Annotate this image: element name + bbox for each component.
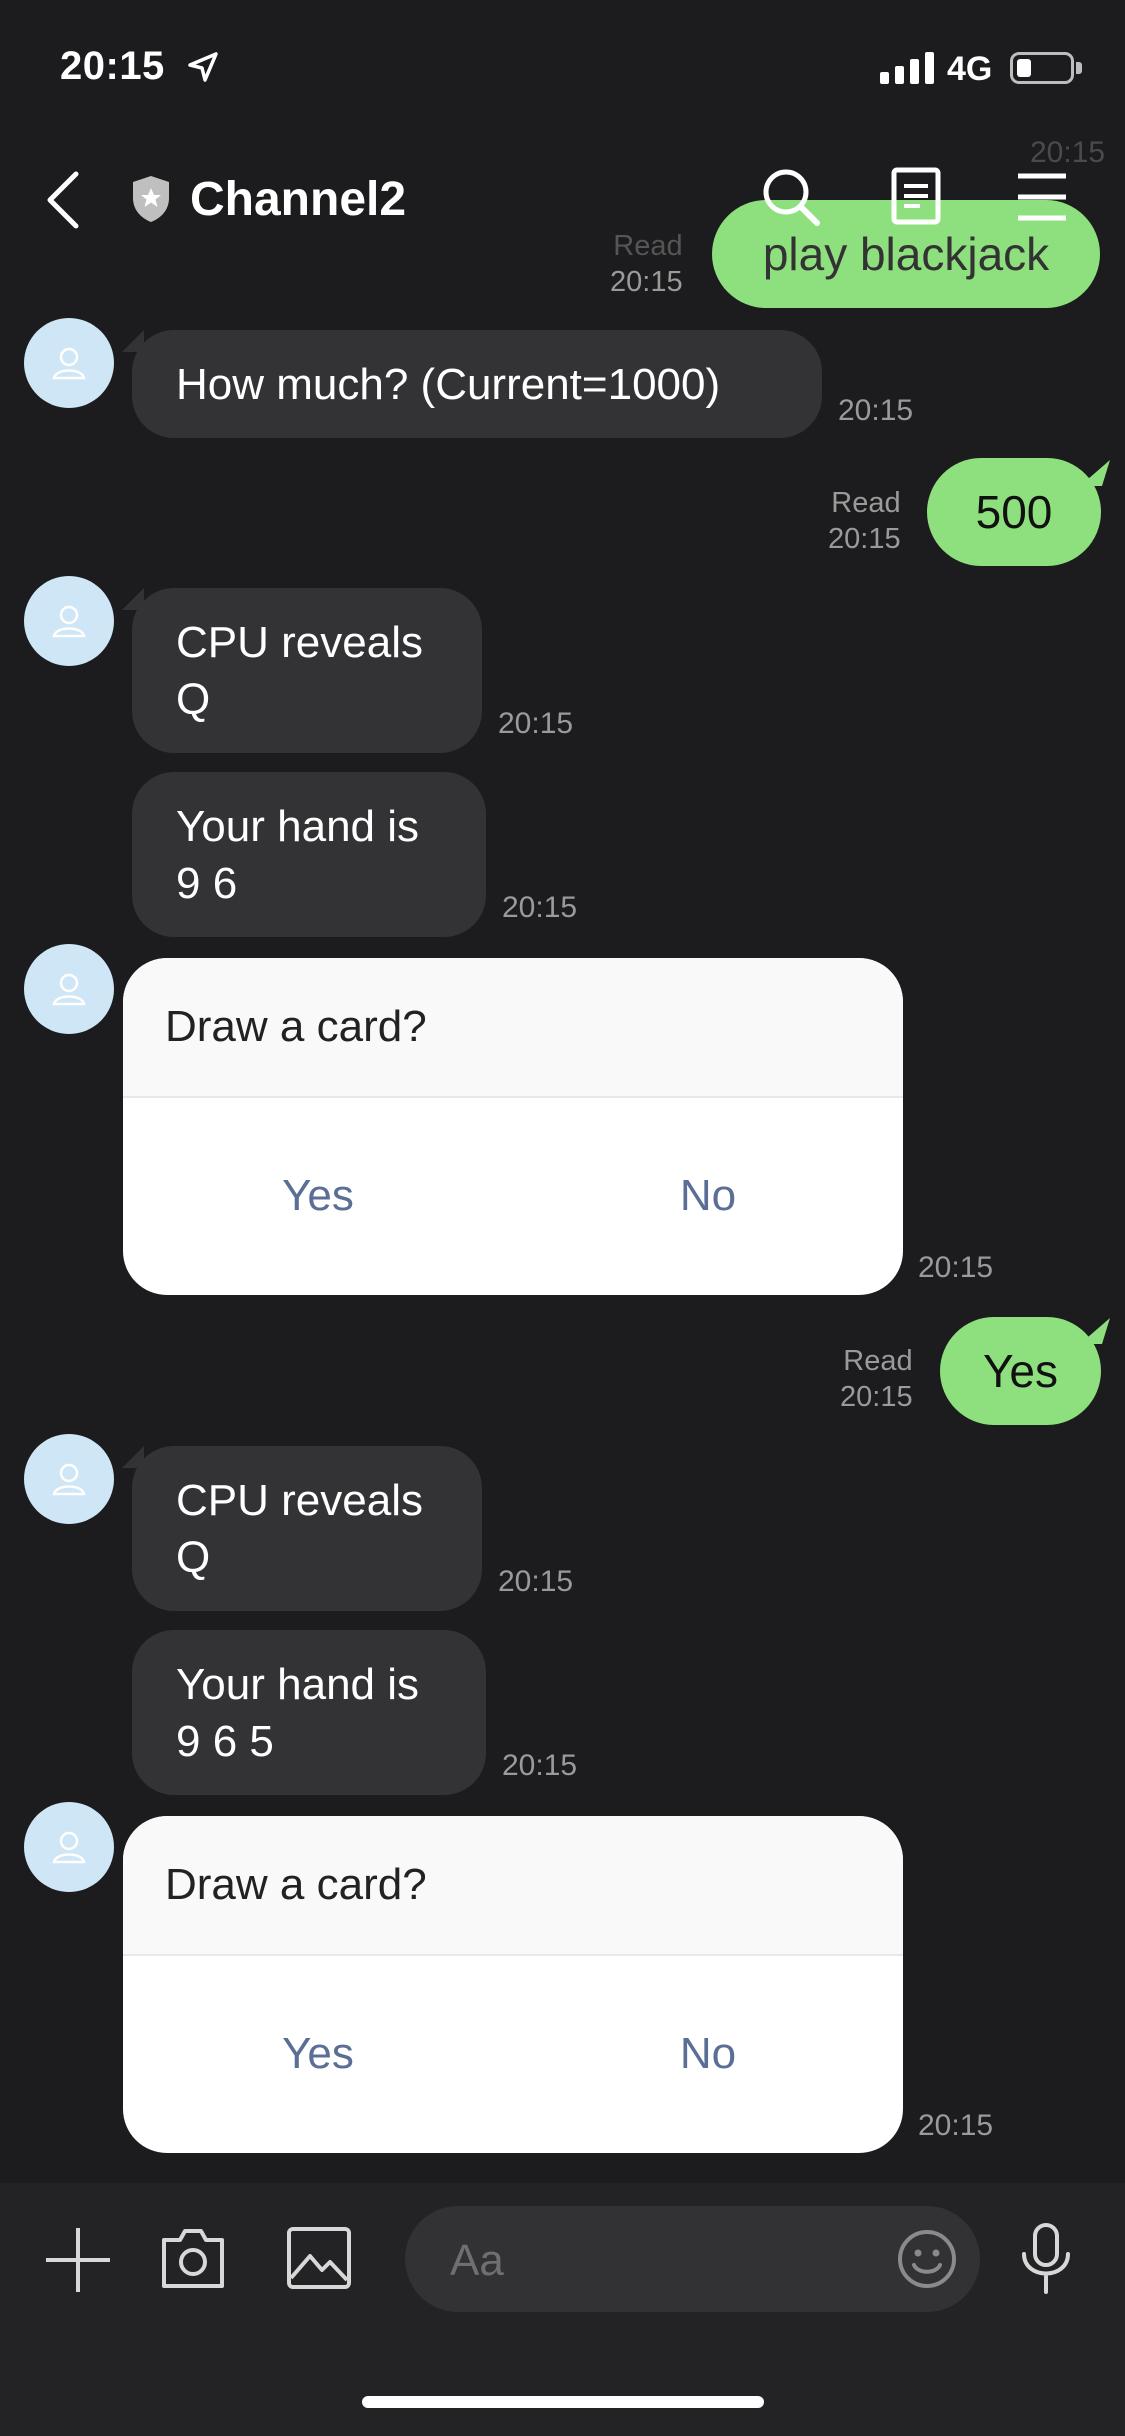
- timestamp: 20:15: [838, 394, 914, 427]
- timestamp: 20:15: [502, 1749, 578, 1782]
- incoming-message[interactable]: CPU reveals Q: [132, 1446, 482, 1611]
- card-options: Yes No: [123, 1098, 903, 1294]
- outgoing-message[interactable]: 500: [927, 458, 1101, 566]
- message-line: Q: [176, 1533, 211, 1582]
- read-time: 20:15: [828, 523, 901, 555]
- message-line: CPU reveals: [176, 1476, 423, 1525]
- bubble-tail: [1080, 1318, 1110, 1344]
- menu-icon[interactable]: [1016, 172, 1068, 222]
- emoji-icon[interactable]: [896, 2228, 958, 2290]
- plus-icon[interactable]: [44, 2226, 112, 2294]
- network-type: 4G: [947, 50, 993, 88]
- message-line: Your hand is: [176, 802, 420, 851]
- timestamp: 20:15: [918, 1251, 994, 1284]
- outgoing-message[interactable]: Yes: [940, 1317, 1101, 1425]
- timestamp: 20:15: [498, 1565, 574, 1598]
- user-icon: [52, 1463, 86, 1496]
- yes-option-button[interactable]: Yes: [123, 1098, 513, 1294]
- read-receipt: Read 20:15: [828, 485, 901, 557]
- read-label: Read: [613, 230, 683, 262]
- status-time: 20:15: [60, 44, 165, 88]
- read-time: 20:15: [840, 1381, 913, 1413]
- shield-icon: [133, 176, 169, 222]
- incoming-message[interactable]: How much? (Current=1000): [132, 330, 822, 438]
- avatar: [24, 944, 114, 1034]
- incoming-message[interactable]: Your hand is 9 6 5: [132, 1630, 486, 1795]
- battery-icon: [1010, 52, 1074, 84]
- message-line: Q: [176, 675, 211, 724]
- camera-icon[interactable]: [160, 2226, 226, 2290]
- card-options: Yes No: [123, 1956, 903, 2152]
- timestamp: 20:15: [1030, 136, 1106, 169]
- read-label: Read: [831, 487, 901, 519]
- message-text: How much? (Current=1000): [176, 359, 721, 409]
- battery-cap: [1076, 62, 1082, 74]
- avatar: [24, 1802, 114, 1892]
- no-option-button[interactable]: No: [513, 1098, 903, 1294]
- read-time: 20:15: [610, 266, 683, 298]
- signal-icon: [880, 52, 934, 84]
- microphone-icon[interactable]: [1018, 2222, 1074, 2296]
- back-icon[interactable]: [42, 170, 86, 230]
- location-arrow-icon: [188, 52, 218, 82]
- notes-icon[interactable]: [890, 166, 942, 226]
- timestamp: 20:15: [502, 891, 578, 924]
- message-text: 500: [975, 486, 1053, 538]
- message-input-placeholder: Aa: [450, 2236, 504, 2285]
- user-icon: [52, 1831, 86, 1864]
- yes-option-button[interactable]: Yes: [123, 1956, 513, 2152]
- card-question: Draw a card?: [123, 1816, 903, 1956]
- card-question: Draw a card?: [123, 958, 903, 1098]
- message-line: 9 6 5: [176, 1717, 274, 1766]
- no-option-button[interactable]: No: [513, 1956, 903, 2152]
- chat-title: Channel2: [190, 173, 407, 226]
- timestamp: 20:15: [918, 2109, 994, 2142]
- user-icon: [52, 973, 86, 1006]
- message-text: Yes: [982, 1345, 1059, 1397]
- avatar: [24, 318, 114, 408]
- read-label: Read: [843, 1345, 913, 1377]
- user-icon: [52, 605, 86, 638]
- bubble-tail: [1080, 460, 1110, 486]
- timestamp: 20:15: [498, 707, 574, 740]
- image-icon[interactable]: [286, 2226, 352, 2290]
- question-card: Draw a card? Yes No: [123, 958, 903, 1295]
- incoming-message[interactable]: CPU reveals Q: [132, 588, 482, 753]
- message-line: 9 6: [176, 859, 238, 908]
- question-card: Draw a card? Yes No: [123, 1816, 903, 2153]
- user-icon: [52, 347, 86, 380]
- avatar: [24, 1434, 114, 1524]
- message-line: CPU reveals: [176, 618, 423, 667]
- search-icon[interactable]: [760, 166, 822, 228]
- message-line: Your hand is: [176, 1660, 420, 1709]
- home-indicator: [362, 2396, 764, 2408]
- incoming-message[interactable]: Your hand is 9 6: [132, 772, 486, 937]
- read-receipt: Read 20:15: [840, 1343, 913, 1415]
- avatar: [24, 576, 114, 666]
- message-text: play blackjack: [762, 228, 1050, 280]
- read-receipt: Read 20:15: [610, 228, 683, 300]
